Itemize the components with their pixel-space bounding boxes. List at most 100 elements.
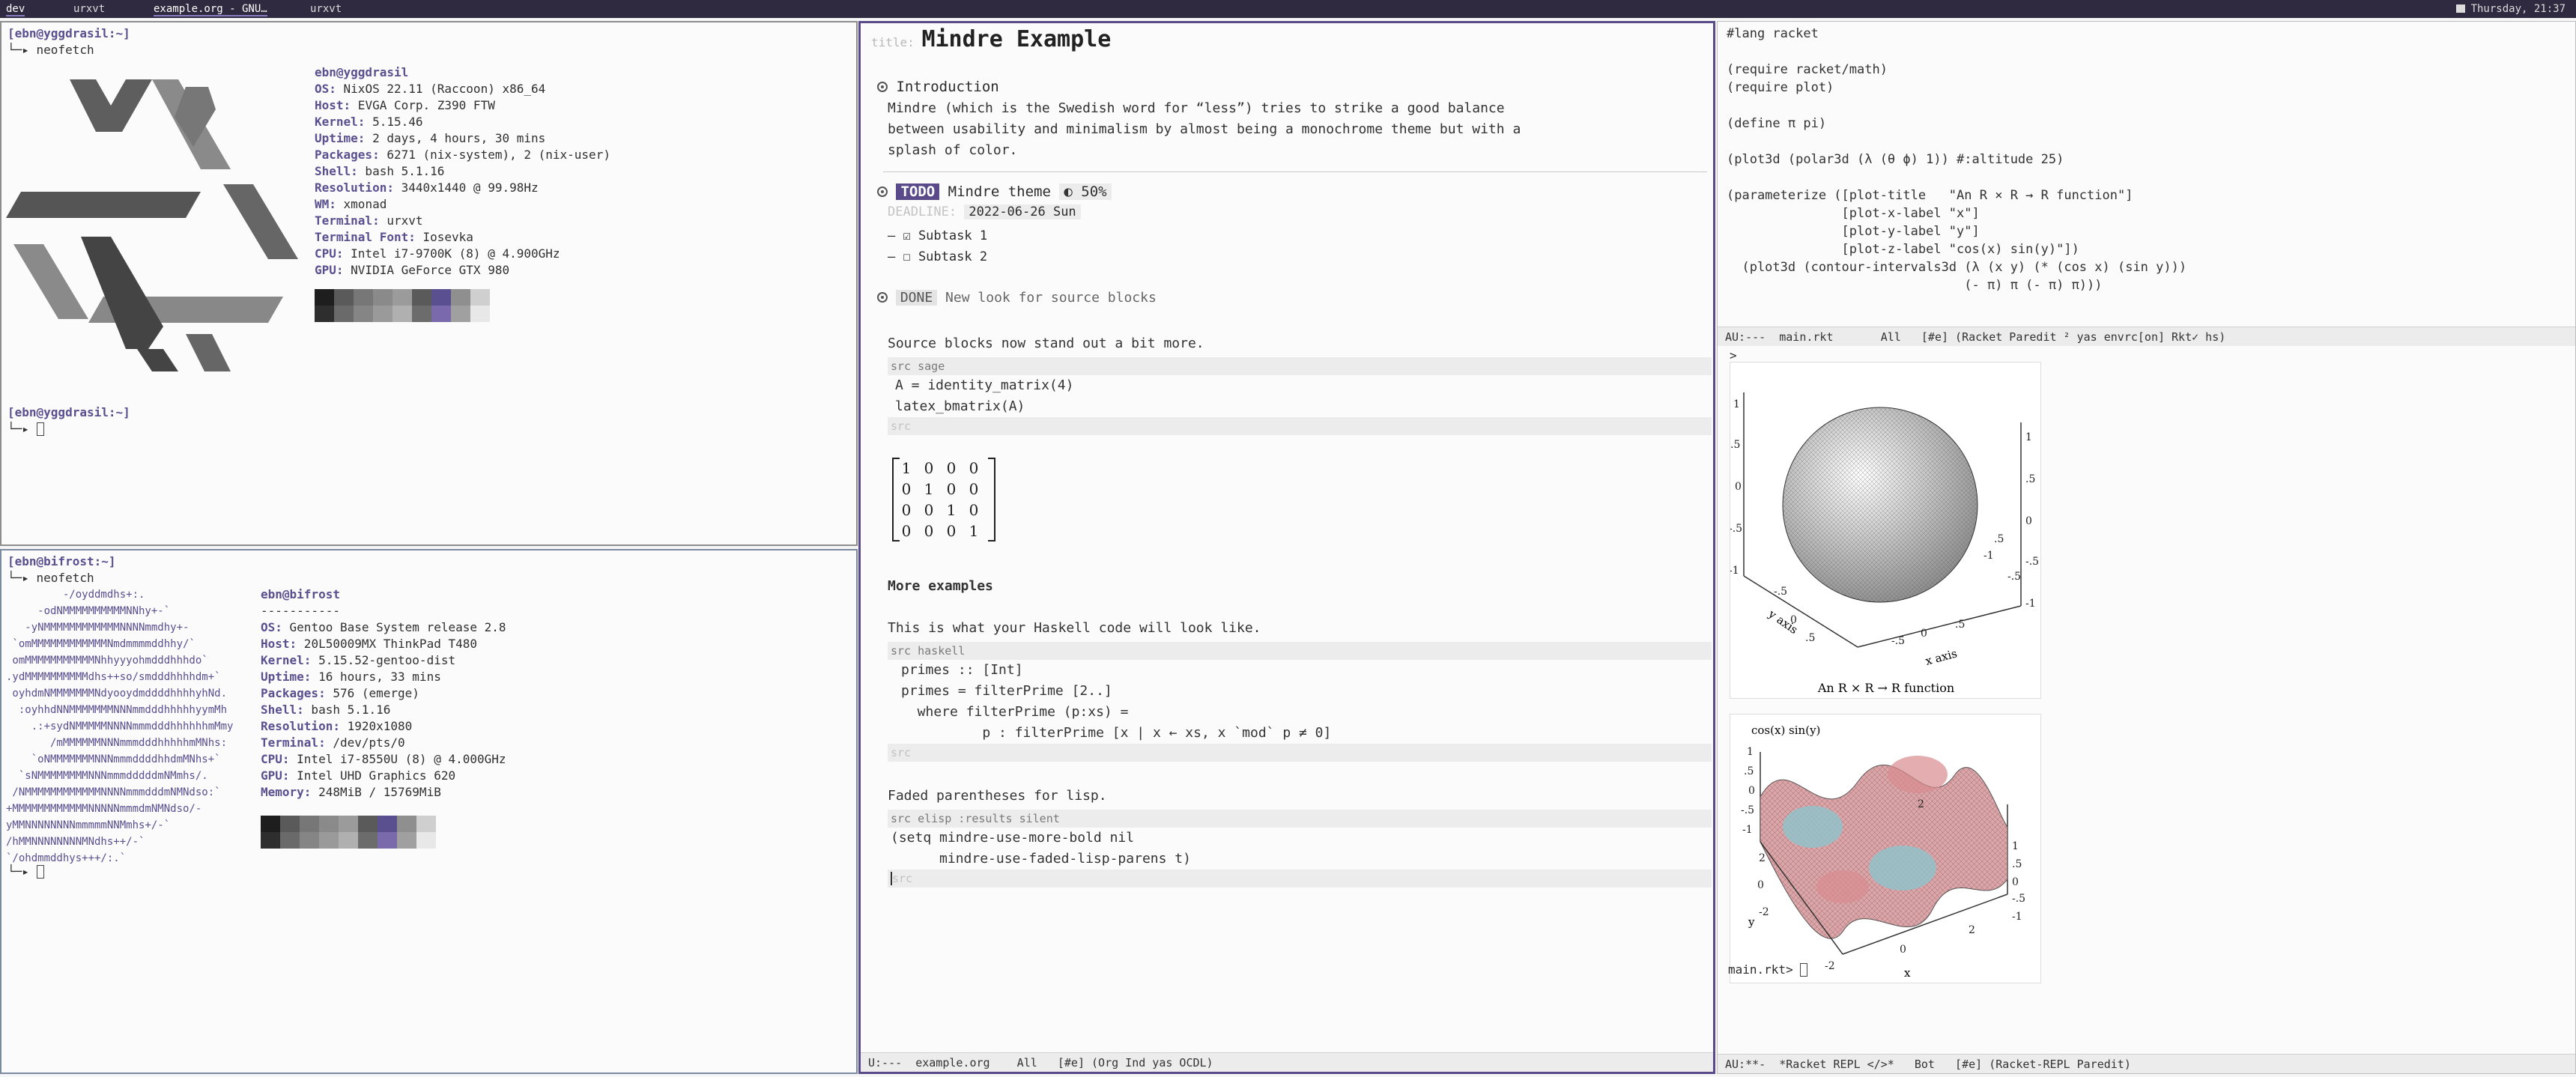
palette-swatch	[358, 832, 378, 849]
info-line: GPU: NVIDIA GeForce GTX 980	[315, 262, 509, 279]
racket-source[interactable]: #lang racket (require racket/math) (requi…	[1727, 25, 2186, 294]
svg-text:-.5: -.5	[1741, 804, 1754, 816]
src-block-sage[interactable]: src sage A = identity_matrix(4) latex_bma…	[888, 357, 1712, 435]
info-key: GPU:	[315, 263, 344, 277]
ascii-line: oyhdmNMMMMMMMNdyooydmddddhhhhyhNd.	[6, 688, 228, 700]
code-line: primes :: [Int]	[901, 662, 1023, 678]
code-line[interactable]: [plot-y-label "y"]	[1727, 222, 2186, 240]
palette-swatch	[451, 306, 470, 322]
src-block-header: src sage	[888, 357, 1712, 375]
ascii-line: :oyhhdNNMMMMMMMNNNmmdddhhhhhyymMh	[6, 704, 228, 716]
emacs-org-buffer[interactable]: title: Mindre Example Introduction Mindr…	[858, 21, 1715, 1074]
code-line: primes = filterPrime [2..]	[901, 683, 1112, 699]
code-line: latex_bmatrix(A)	[895, 398, 1025, 414]
src-block-body[interactable]: (setq mindre-use-more-bold nil mindre-us…	[888, 828, 1712, 870]
ascii-line: `sNMMMMMMMMNNNmmmdddddmNMmhs/.	[6, 770, 208, 782]
info-value: bash 5.1.16	[357, 164, 445, 178]
info-value: /dev/pts/0	[325, 735, 405, 750]
title-keyword: title:	[871, 35, 915, 49]
repl-cursor	[1800, 963, 1808, 977]
matrix-left-bracket	[892, 458, 900, 541]
code-line[interactable]: (require plot)	[1727, 79, 2186, 97]
terminal-yggdrasil[interactable]: [ebn@yggdrasil:~] └─▸ neofetch ebn@yggdr…	[0, 21, 858, 546]
paragraph: Faded parentheses for lisp.	[888, 788, 1107, 804]
subtask-item[interactable]: – ☑ Subtask 1	[888, 225, 987, 246]
palette-swatch	[416, 832, 436, 849]
progress-cookie: ◐ 50%	[1059, 183, 1112, 200]
matrix-row: 0100	[895, 479, 992, 500]
code-line[interactable]	[1727, 43, 2186, 61]
todo-keyword[interactable]: TODO	[896, 183, 940, 200]
repl-input-line[interactable]: main.rkt>	[1728, 962, 1808, 977]
info-line: Resolution: 3440x1440 @ 99.98Hz	[315, 180, 539, 196]
subtask-item[interactable]: – ☐ Subtask 2	[888, 246, 987, 267]
src-block-body[interactable]: A = identity_matrix(4) latex_bmatrix(A)	[888, 375, 1712, 417]
heading-bullet-icon[interactable]	[877, 82, 888, 92]
svg-text:-2: -2	[1759, 906, 1769, 918]
code-line[interactable]: [plot-x-label "x"]	[1727, 204, 2186, 222]
code-line[interactable]: (- π) π (- π) π)))	[1727, 276, 2186, 294]
info-value: 5.15.52-gentoo-dist	[311, 653, 456, 667]
info-key: Packages:	[261, 686, 326, 700]
info-key: Uptime:	[261, 670, 312, 684]
info-line: Shell: bash 5.1.16	[315, 163, 444, 180]
svg-text:2: 2	[1918, 798, 1924, 810]
code-line[interactable]: (define π pi)	[1727, 115, 2186, 133]
workspace-tab-urxvt-2[interactable]: urxvt	[310, 3, 342, 15]
svg-text:-.5: -.5	[2025, 556, 2039, 568]
src-block-haskell[interactable]: src haskell primes :: [Int] primes = filt…	[888, 642, 1712, 762]
code-line[interactable]: #lang racket	[1727, 25, 2186, 43]
heading-bullet-icon[interactable]	[877, 186, 888, 197]
code-line[interactable]: [plot-z-label "cos(x) sin(y)"])	[1727, 240, 2186, 258]
svg-text:-.5: -.5	[2012, 893, 2025, 905]
calendar-icon	[2455, 4, 2465, 13]
palette-swatch	[354, 306, 373, 322]
matrix-cell: 0	[924, 501, 934, 519]
info-line: Packages: 6271 (nix-system), 2 (nix-user…	[315, 147, 610, 163]
info-key: CPU:	[315, 246, 344, 261]
svg-text:-1: -1	[1742, 824, 1753, 836]
palette-swatch	[393, 289, 412, 306]
code-line[interactable]: (require racket/math)	[1727, 61, 2186, 79]
info-value: 16 hours, 33 mins	[311, 670, 441, 684]
paragraph: This is what your Haskell code will look…	[888, 620, 1261, 636]
done-keyword[interactable]: DONE	[895, 290, 938, 306]
heading-new-look[interactable]: DONE New look for source blocks	[877, 290, 1157, 306]
palette-swatch	[451, 289, 470, 306]
info-value: 2 days, 4 hours, 30 mins	[365, 131, 546, 145]
info-value: 3440x1440 @ 99.98Hz	[393, 180, 539, 195]
heading-bullet-icon[interactable]	[877, 292, 888, 303]
info-key: Host:	[261, 637, 297, 651]
code-line[interactable]	[1727, 97, 2186, 115]
info-key: Shell:	[315, 164, 358, 178]
code-line[interactable]: (plot3d (contour-intervals3d (λ (x y) (*…	[1727, 258, 2186, 276]
info-value: xmonad	[336, 197, 387, 211]
heading-mindre-theme[interactable]: TODO Mindre theme ◐ 50%	[877, 183, 1112, 200]
emacs-racket-window[interactable]: #lang racket (require racket/math) (requi…	[1717, 21, 2576, 1074]
workspace-tab-emacs[interactable]: example.org - GNU…	[154, 3, 267, 16]
code-line[interactable]: (parameterize ([plot-title "An R × R → R…	[1727, 186, 2186, 204]
code-line[interactable]	[1727, 133, 2186, 151]
info-value: 20L50009MX ThinkPad T480	[297, 637, 477, 651]
palette-swatch	[280, 832, 300, 849]
svg-text:2: 2	[1969, 924, 1975, 936]
src-block-body[interactable]: primes :: [Int]primes = filterPrime [2..…	[888, 660, 1712, 744]
info-value: NixOS 22.11 (Raccoon) x86_64	[336, 82, 546, 96]
info-line: CPU: Intel i7-9700K (8) @ 4.900GHz	[315, 246, 560, 262]
info-line: Uptime: 2 days, 4 hours, 30 mins	[315, 130, 545, 147]
code-line[interactable]	[1727, 169, 2186, 186]
svg-text:-.5: -.5	[1730, 523, 1742, 535]
palette-swatch	[315, 289, 334, 306]
heading-introduction[interactable]: Introduction	[877, 79, 999, 95]
info-line: Packages: 576 (emerge)	[261, 685, 419, 702]
deadline-date[interactable]: 2022-06-26 Sun	[964, 204, 1081, 219]
palette-swatch	[378, 832, 397, 849]
matrix-cell: 0	[969, 501, 979, 519]
workspace-tab-dev[interactable]: dev	[6, 3, 25, 16]
workspace-tab-urxvt[interactable]: urxvt	[73, 3, 105, 15]
info-key: Resolution:	[261, 719, 340, 733]
src-block-elisp[interactable]: src elisp :results silent (setq mindre-u…	[888, 810, 1712, 888]
terminal-bifrost[interactable]: [ebn@bifrost:~] └─▸ neofetch -/oyddmdhs+…	[0, 549, 858, 1074]
code-line[interactable]: (plot3d (polar3d (λ (θ ϕ) 1)) #:altitude…	[1727, 151, 2186, 169]
prompt-user: [ebn@yggdrasil:~]	[7, 26, 130, 40]
